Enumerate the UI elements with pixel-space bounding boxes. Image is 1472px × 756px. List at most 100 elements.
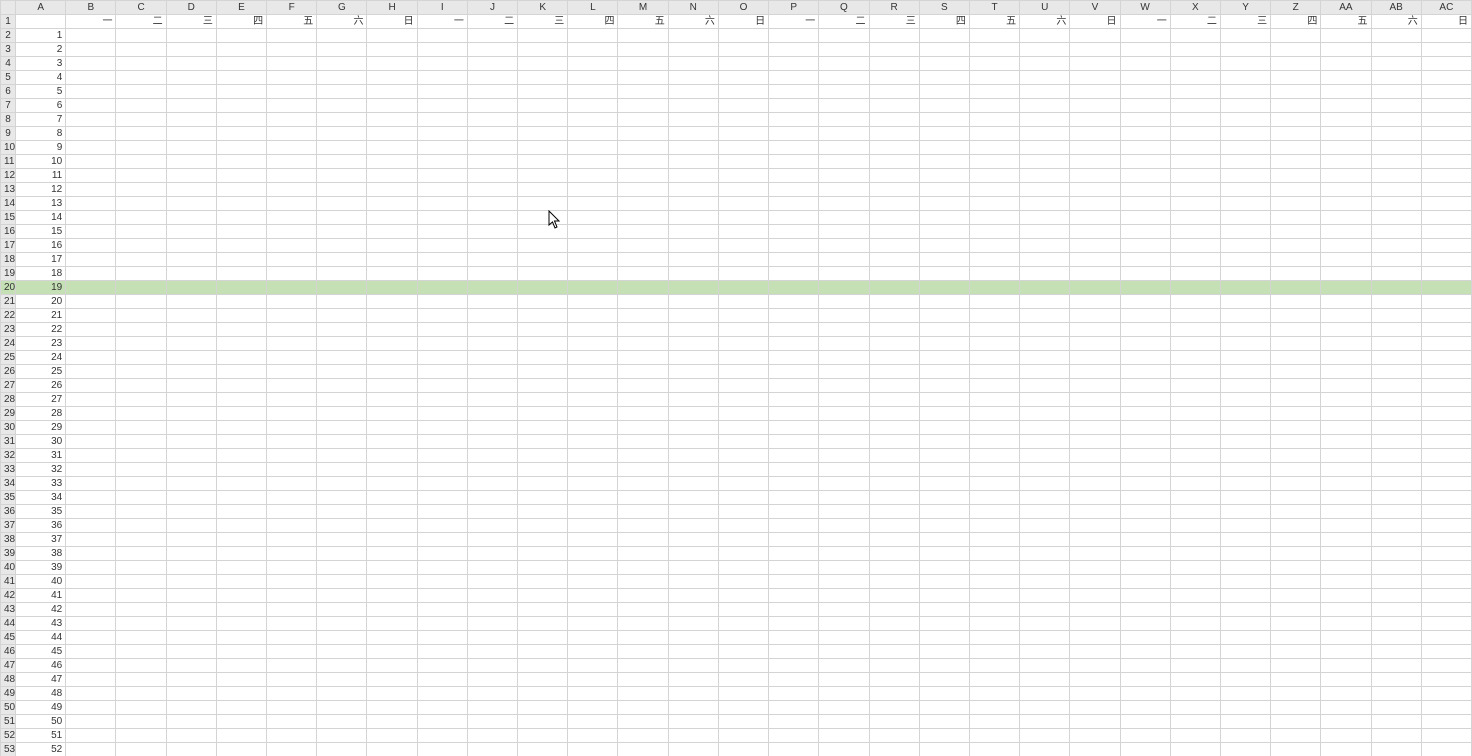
cell-B33[interactable]: [66, 463, 116, 477]
cell-AB37[interactable]: [1371, 519, 1421, 533]
cell-G43[interactable]: [317, 603, 367, 617]
cell-Q49[interactable]: [819, 687, 869, 701]
cell-Y39[interactable]: [1220, 547, 1270, 561]
cell-L26[interactable]: [568, 365, 618, 379]
column-header-row[interactable]: ABCDEFGHIJKLMNOPQRSTUVWXYZAAABAC: [1, 1, 1472, 15]
cell-T49[interactable]: [969, 687, 1019, 701]
cell-E8[interactable]: [216, 113, 266, 127]
cell-L2[interactable]: [568, 29, 618, 43]
cell-X28[interactable]: [1170, 393, 1220, 407]
cell-C41[interactable]: [116, 575, 166, 589]
cell-Z50[interactable]: [1271, 701, 1321, 715]
cell-AC35[interactable]: [1421, 491, 1471, 505]
cell-I46[interactable]: [417, 645, 467, 659]
cell-F13[interactable]: [267, 183, 317, 197]
cell-W40[interactable]: [1120, 561, 1170, 575]
cell-K9[interactable]: [518, 127, 568, 141]
cell-AB21[interactable]: [1371, 295, 1421, 309]
cell-F37[interactable]: [267, 519, 317, 533]
cell-M4[interactable]: [618, 57, 668, 71]
cell-S48[interactable]: [919, 673, 969, 687]
cell-R32[interactable]: [869, 449, 919, 463]
cell-A40[interactable]: 39: [16, 561, 66, 575]
cell-I52[interactable]: [417, 729, 467, 743]
cell-Y38[interactable]: [1220, 533, 1270, 547]
cell-AC7[interactable]: [1421, 99, 1471, 113]
col-header-Y[interactable]: Y: [1220, 1, 1270, 15]
grid-table[interactable]: ABCDEFGHIJKLMNOPQRSTUVWXYZAAABAC 1一二三四五六…: [0, 0, 1472, 756]
cell-B42[interactable]: [66, 589, 116, 603]
cell-J21[interactable]: [467, 295, 517, 309]
cell-D5[interactable]: [166, 71, 216, 85]
cell-A23[interactable]: 22: [16, 323, 66, 337]
cell-I19[interactable]: [417, 267, 467, 281]
data-row[interactable]: 43: [1, 57, 1472, 71]
cell-V43[interactable]: [1070, 603, 1120, 617]
col-header-X[interactable]: X: [1170, 1, 1220, 15]
cell-S32[interactable]: [919, 449, 969, 463]
cell-I44[interactable]: [417, 617, 467, 631]
cell-L24[interactable]: [568, 337, 618, 351]
cell-AC33[interactable]: [1421, 463, 1471, 477]
cell-E36[interactable]: [216, 505, 266, 519]
cell-G38[interactable]: [317, 533, 367, 547]
cell-M28[interactable]: [618, 393, 668, 407]
cell-S35[interactable]: [919, 491, 969, 505]
cell-K17[interactable]: [518, 239, 568, 253]
cell-T35[interactable]: [969, 491, 1019, 505]
cell-E45[interactable]: [216, 631, 266, 645]
cell-O43[interactable]: [718, 603, 768, 617]
cell-P23[interactable]: [769, 323, 819, 337]
cell-V35[interactable]: [1070, 491, 1120, 505]
cell-AC8[interactable]: [1421, 113, 1471, 127]
data-row[interactable]: 2120: [1, 295, 1472, 309]
cell-N46[interactable]: [668, 645, 718, 659]
cell-M51[interactable]: [618, 715, 668, 729]
cell-Z6[interactable]: [1271, 85, 1321, 99]
cell-Z27[interactable]: [1271, 379, 1321, 393]
cell-V4[interactable]: [1070, 57, 1120, 71]
data-row[interactable]: 1918: [1, 267, 1472, 281]
cell-R26[interactable]: [869, 365, 919, 379]
cell-S50[interactable]: [919, 701, 969, 715]
cell-D53[interactable]: [166, 743, 216, 756]
data-row[interactable]: 4948: [1, 687, 1472, 701]
cell-J15[interactable]: [467, 211, 517, 225]
cell-H28[interactable]: [367, 393, 417, 407]
cell-F12[interactable]: [267, 169, 317, 183]
cell-Q8[interactable]: [819, 113, 869, 127]
row-header-32[interactable]: 32: [1, 449, 16, 463]
cell-S2[interactable]: [919, 29, 969, 43]
cell-M36[interactable]: [618, 505, 668, 519]
cell-G27[interactable]: [317, 379, 367, 393]
cell-M21[interactable]: [618, 295, 668, 309]
cell-C42[interactable]: [116, 589, 166, 603]
cell-X19[interactable]: [1170, 267, 1220, 281]
cell-B24[interactable]: [66, 337, 116, 351]
col-header-N[interactable]: N: [668, 1, 718, 15]
cell-V44[interactable]: [1070, 617, 1120, 631]
cell-O47[interactable]: [718, 659, 768, 673]
data-row[interactable]: 5150: [1, 715, 1472, 729]
cell-J51[interactable]: [467, 715, 517, 729]
cell-Z3[interactable]: [1271, 43, 1321, 57]
cell-T39[interactable]: [969, 547, 1019, 561]
cell-X12[interactable]: [1170, 169, 1220, 183]
cell-C34[interactable]: [116, 477, 166, 491]
cell-AB14[interactable]: [1371, 197, 1421, 211]
cell-K16[interactable]: [518, 225, 568, 239]
cell-G13[interactable]: [317, 183, 367, 197]
cell-L53[interactable]: [568, 743, 618, 756]
cell-A18[interactable]: 17: [16, 253, 66, 267]
cell-Q45[interactable]: [819, 631, 869, 645]
cell-G46[interactable]: [317, 645, 367, 659]
cell-P24[interactable]: [769, 337, 819, 351]
cell-G1[interactable]: 六: [317, 15, 367, 29]
cell-C8[interactable]: [116, 113, 166, 127]
cell-T46[interactable]: [969, 645, 1019, 659]
cell-M46[interactable]: [618, 645, 668, 659]
data-row[interactable]: 87: [1, 113, 1472, 127]
cell-K6[interactable]: [518, 85, 568, 99]
cell-U39[interactable]: [1020, 547, 1070, 561]
cell-W37[interactable]: [1120, 519, 1170, 533]
